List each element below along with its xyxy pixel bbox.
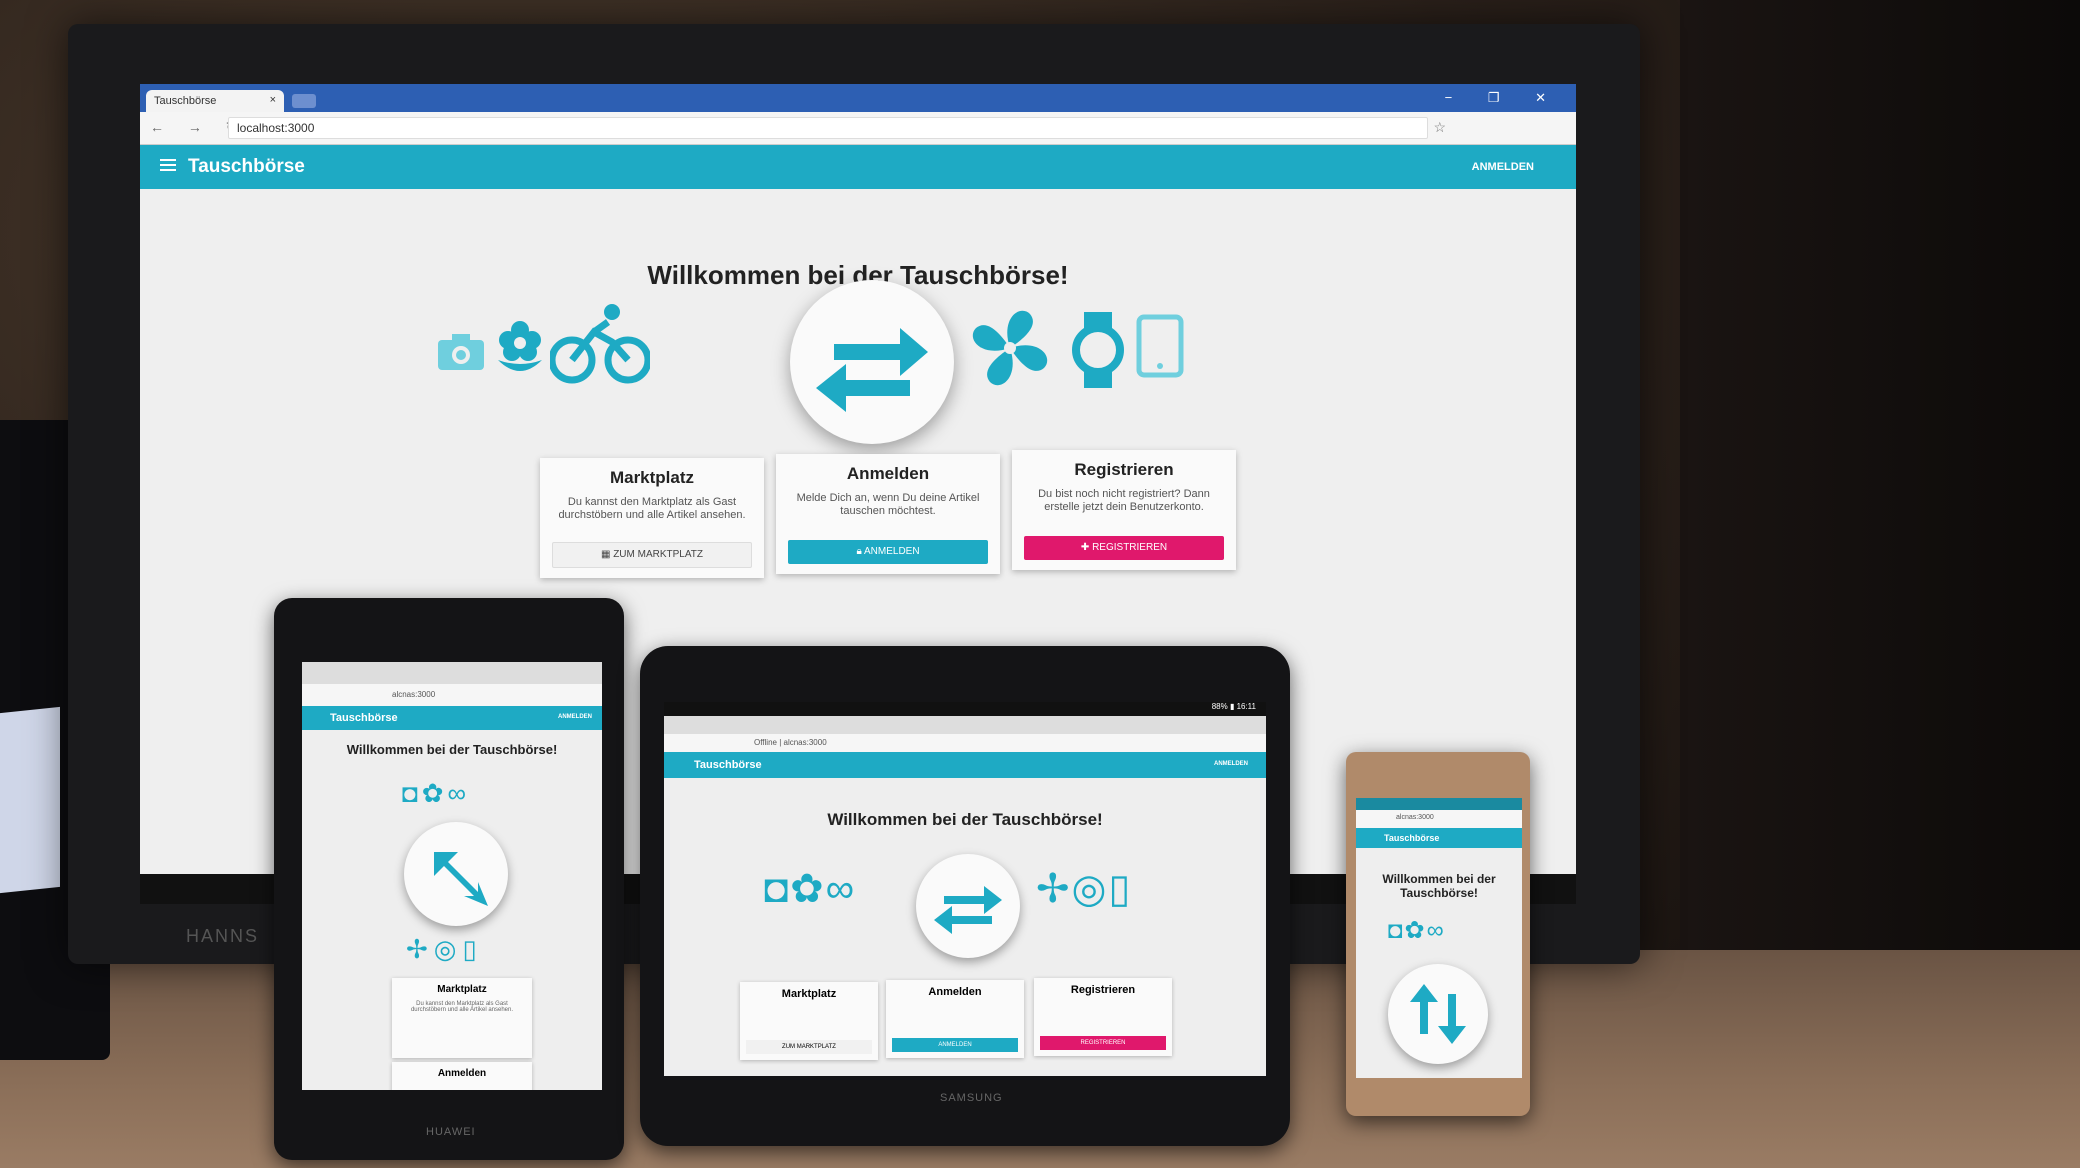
card-title: Marktplatz xyxy=(781,988,837,1000)
status-bar: 88% ▮ 16:11 xyxy=(664,702,1266,716)
app-title: Tauschbörse xyxy=(330,712,398,724)
app-bar: Tauschbörse xyxy=(1356,828,1522,848)
card-title: Anmelden xyxy=(437,1068,487,1079)
hero-icons-left: ◘✿∞ xyxy=(764,867,857,911)
bookmark-star-icon[interactable]: ☆ xyxy=(1433,119,1446,136)
status-bar xyxy=(1356,798,1522,810)
card-title: Anmelden xyxy=(846,464,930,483)
close-tab-icon[interactable]: × xyxy=(270,94,276,106)
card-title: Marktplatz xyxy=(437,984,487,995)
add-person-icon: ✚ xyxy=(1080,542,1093,553)
device-brand: SAMSUNG xyxy=(940,1092,1003,1104)
swap-arrows-icon xyxy=(1410,984,1466,1044)
tab-title: Tauschbörse xyxy=(154,95,217,107)
hero-icons-top: ◘✿∞ xyxy=(402,778,471,808)
login-card: Anmelden xyxy=(392,1062,532,1090)
app-title: Tauschbörse xyxy=(694,759,762,771)
login-button[interactable]: 🔒︎ ANMELDEN xyxy=(788,540,988,564)
card-title: Registrieren xyxy=(1074,460,1174,479)
lock-icon: 🔒︎ xyxy=(856,546,864,557)
card-title: Anmelden xyxy=(928,986,982,998)
browser-tab-strip: Tauschbörse × − ❐ ✕ xyxy=(140,84,1576,112)
camera-icon xyxy=(438,334,484,370)
login-card: Anmelden ANMELDEN xyxy=(886,980,1024,1058)
building-icon: ▦ xyxy=(600,549,614,560)
app-bar: Tauschbörse ANMELDEN xyxy=(664,752,1266,778)
browser-tab[interactable]: Tauschbörse × xyxy=(146,90,284,112)
welcome-heading: Willkommen bei der Tauschbörse! xyxy=(346,742,558,757)
card-text: Melde Dich an, wenn Du deine Artikel tau… xyxy=(796,492,980,517)
watch-icon xyxy=(1072,312,1124,388)
marketplace-card: Marktplatz Du kannst den Marktplatz als … xyxy=(392,978,532,1058)
app-title: Tauschbörse xyxy=(1384,833,1440,843)
welcome-heading: Willkommen bei der Tauschbörse! xyxy=(827,810,1103,829)
app-title: Tauschbörse xyxy=(188,156,305,177)
swap-arrows-icon xyxy=(434,852,488,906)
fan-icon xyxy=(972,310,1048,386)
window-controls[interactable]: − ❐ ✕ xyxy=(1445,90,1562,106)
app-bar: Tauschbörse ANMELDEN xyxy=(140,145,1576,189)
address-bar[interactable]: localhost:3000 xyxy=(228,117,1428,139)
flower-icon xyxy=(498,321,542,371)
login-card: Anmelden Melde Dich an, wenn Du deine Ar… xyxy=(776,454,1000,574)
login-link[interactable]: ANMELDEN xyxy=(1472,161,1534,173)
marketplace-button[interactable]: ▦ ZUM MARKTPLATZ xyxy=(552,542,752,568)
swap-button[interactable] xyxy=(1388,964,1488,1064)
address-bar[interactable]: alcnas:3000 xyxy=(302,684,602,706)
marketplace-button[interactable]: ZUM MARKTPLATZ xyxy=(746,1040,872,1054)
device-brand: HUAWEI xyxy=(426,1126,476,1138)
app-bar: Tauschbörse ANMELDEN xyxy=(302,706,602,730)
tablet-icon xyxy=(1136,314,1184,378)
swap-arrows-icon xyxy=(934,886,1002,934)
phone-screen: alcnas:3000 Tauschbörse Willkommen bei d… xyxy=(1356,798,1522,1078)
menu-icon[interactable] xyxy=(160,159,176,171)
marketplace-card: Marktplatz ZUM MARKTPLATZ xyxy=(740,982,878,1060)
large-tablet-screen: 88% ▮ 16:11 Offline | alcnas:3000 Tausch… xyxy=(664,702,1266,1076)
login-button[interactable]: ANMELDEN xyxy=(892,1038,1018,1052)
new-tab-button[interactable] xyxy=(292,94,316,108)
small-tablet-screen: alcnas:3000 Tauschbörse ANMELDEN Willkom… xyxy=(302,662,602,1090)
marketplace-card: Marktplatz Du kannst den Marktplatz als … xyxy=(540,458,764,578)
address-bar[interactable]: alcnas:3000 xyxy=(1356,810,1522,828)
address-bar[interactable]: Offline | alcnas:3000 xyxy=(664,734,1266,752)
swap-arrows-icon xyxy=(816,328,928,412)
swap-button[interactable] xyxy=(916,854,1020,958)
card-text: Du kannst den Marktplatz als Gast durchs… xyxy=(410,1001,514,1013)
register-button[interactable]: ✚ REGISTRIEREN xyxy=(1024,536,1224,560)
swap-button[interactable] xyxy=(404,822,508,926)
card-title: Registrieren xyxy=(1070,984,1136,996)
welcome-heading: Willkommen bei der Tauschbörse! xyxy=(1382,872,1496,900)
browser-toolbar: ← → ↻ ⌂ localhost:3000 ☆ xyxy=(140,112,1576,145)
browser-tab-strip xyxy=(664,716,1266,734)
login-link[interactable]: ANMELDEN xyxy=(1214,761,1248,767)
card-text: Du bist noch nicht registriert? Dann ers… xyxy=(1038,488,1210,513)
hero-icons-right: ✢◎▯ xyxy=(1036,867,1133,911)
bicycle-icon xyxy=(550,304,650,384)
register-button[interactable]: REGISTRIEREN xyxy=(1040,1036,1166,1050)
card-text: Du kannst den Marktplatz als Gast durchs… xyxy=(558,496,746,521)
swap-button[interactable] xyxy=(790,280,954,444)
hero-icons: ◘✿∞ xyxy=(1388,917,1446,944)
login-link[interactable]: ANMELDEN xyxy=(558,714,592,720)
register-card: Registrieren Du bist noch nicht registri… xyxy=(1012,450,1236,570)
register-card: Registrieren REGISTRIEREN xyxy=(1034,978,1172,1056)
card-title: Marktplatz xyxy=(609,468,695,487)
monitor-brand: HANNS xyxy=(186,926,260,946)
hero-icons-bottom: ✢◎▯ xyxy=(406,934,483,964)
